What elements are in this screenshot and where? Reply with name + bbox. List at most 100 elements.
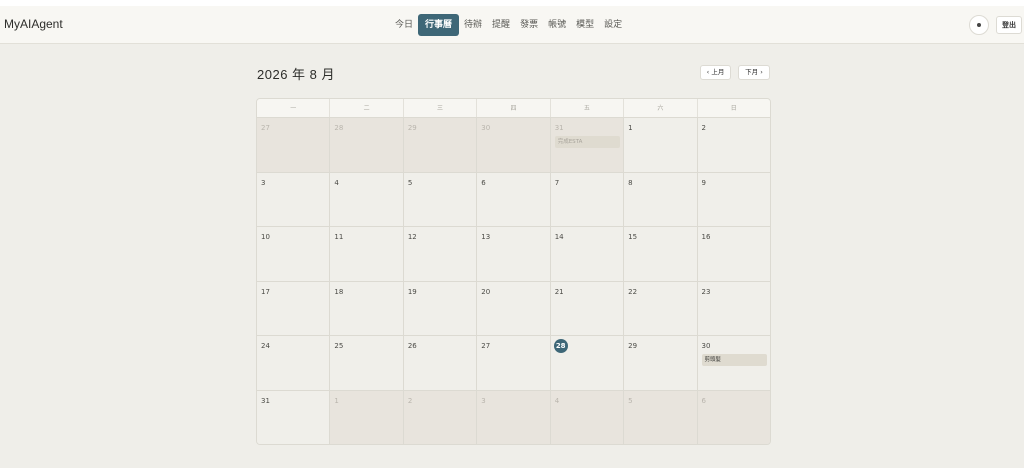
calendar-event[interactable]: 完成ESTA	[554, 136, 621, 148]
app-brand[interactable]: MyAIAgent	[4, 17, 63, 31]
day-number: 27	[481, 342, 491, 350]
nav-item[interactable]: 行事曆	[418, 14, 460, 36]
day-cell[interactable]: 11	[330, 227, 404, 281]
day-number: 1	[334, 396, 339, 405]
day-number: 31	[261, 396, 270, 405]
day-cell[interactable]: 4	[550, 390, 625, 444]
day-cell[interactable]: 3	[257, 172, 331, 226]
weekday-label: 二	[330, 99, 404, 117]
day-number: 3	[481, 396, 486, 405]
day-cell[interactable]: 2	[697, 118, 770, 172]
day-number: 13	[481, 233, 491, 241]
week-row: 27 28 29 30 31 完成ESTA 1 2	[257, 118, 770, 173]
day-cell[interactable]: 31	[257, 390, 331, 444]
day-cell[interactable]: 31 完成ESTA	[550, 118, 625, 172]
week-row: 31 1 2 3 4 5 6	[257, 390, 770, 444]
day-cell[interactable]: 9	[697, 172, 770, 226]
day-cell[interactable]: 12	[403, 227, 478, 281]
day-cell[interactable]: 17	[257, 281, 331, 335]
day-number: 23	[701, 287, 711, 296]
day-cell[interactable]: 26	[403, 336, 478, 390]
day-number: 21	[554, 287, 564, 296]
day-cell[interactable]: 8	[624, 172, 698, 226]
day-cell[interactable]: 6	[477, 172, 551, 226]
day-cell[interactable]: 25	[330, 336, 404, 390]
calendar-event[interactable]: 剪頭髮	[701, 354, 767, 366]
day-cell[interactable]: 19	[403, 281, 478, 335]
day-cell-today[interactable]: 28	[550, 336, 625, 390]
nav-item[interactable]: 今日	[390, 14, 418, 36]
day-cell[interactable]: 6	[697, 390, 770, 444]
day-number: 2	[407, 396, 413, 405]
nav-item[interactable]: 提醒	[487, 14, 515, 36]
day-number: 6	[701, 396, 706, 405]
nav-item[interactable]: 設定	[599, 14, 627, 36]
user-dot-icon	[977, 23, 981, 27]
day-cell[interactable]: 1	[624, 118, 698, 172]
day-cell[interactable]: 22	[624, 281, 698, 335]
day-number: 22	[628, 287, 638, 296]
week-row: 17 18 19 20 21 22 23	[257, 281, 770, 336]
day-cell[interactable]: 16	[697, 227, 770, 281]
logout-button[interactable]: 登出	[996, 16, 1022, 34]
user-avatar-button[interactable]	[969, 15, 989, 35]
day-number: 8	[628, 178, 633, 187]
day-cell[interactable]: 15	[624, 227, 698, 281]
day-number: 6	[481, 178, 486, 187]
day-cell[interactable]: 1	[330, 390, 404, 444]
day-cell[interactable]: 20	[477, 281, 551, 335]
day-cell[interactable]: 27	[477, 336, 551, 390]
day-cell[interactable]: 5	[403, 172, 478, 226]
weekday-label: 日	[730, 105, 737, 112]
nav-item[interactable]: 模型	[571, 14, 599, 36]
day-cell[interactable]: 7	[550, 172, 625, 226]
day-cell[interactable]: 29	[403, 118, 478, 172]
day-cell[interactable]: 4	[330, 172, 404, 226]
navbar: MyAIAgent 今日 行事曆 待辦 提醒 發票 帳號 模型 設定 登出	[0, 6, 1024, 44]
day-cell[interactable]: 28	[330, 118, 404, 172]
day-cell[interactable]: 18	[330, 281, 404, 335]
weekday-label: 五	[551, 99, 625, 117]
weekday-label: 一	[257, 99, 331, 117]
nav-item[interactable]: 帳號	[543, 14, 571, 36]
nav-item[interactable]: 待辦	[459, 14, 487, 36]
day-cell[interactable]: 21	[550, 281, 625, 335]
day-cell[interactable]: 24	[257, 336, 331, 390]
day-number: 25	[334, 342, 344, 350]
week-row: 24 25 26 27 28 29 30 剪頭髮	[257, 336, 770, 391]
day-number: 30	[701, 342, 711, 350]
day-cell[interactable]: 14	[550, 227, 625, 281]
day-cell[interactable]: 3	[477, 390, 551, 444]
weekday-label: 三	[404, 99, 478, 117]
day-number: 12	[407, 233, 417, 241]
day-number: 30	[481, 124, 491, 132]
day-number: 18	[334, 287, 344, 296]
day-number: 9	[701, 178, 706, 187]
day-number: 28	[553, 339, 568, 353]
day-number: 28	[334, 124, 344, 132]
day-cell[interactable]: 29	[624, 336, 698, 390]
day-cell[interactable]: 27	[257, 118, 331, 172]
main-nav: 今日 行事曆 待辦 提醒 發票 帳號 模型 設定	[390, 14, 627, 36]
day-number: 7	[554, 178, 560, 187]
day-number: 1	[628, 124, 633, 132]
day-number: 29	[407, 124, 417, 132]
day-number: 24	[261, 342, 270, 350]
day-cell[interactable]: 30 剪頭髮	[697, 336, 770, 390]
prev-month-button[interactable]: ‹ 上月	[700, 65, 731, 80]
day-cell[interactable]: 5	[624, 390, 698, 444]
nav-item[interactable]: 發票	[515, 14, 543, 36]
day-cell[interactable]: 2	[403, 390, 478, 444]
day-cell[interactable]: 13	[477, 227, 551, 281]
day-number: 26	[407, 342, 417, 350]
day-cell[interactable]: 10	[257, 227, 331, 281]
weekday-header: 一二三四五六 日	[257, 99, 770, 118]
day-number: 5	[628, 396, 633, 405]
calendar-grid: 27 28 29 30 31 完成ESTA 1 2 3 4 5 6 7 8 9 10 11 12 13 14 15 16 1…	[257, 118, 770, 444]
day-cell[interactable]: 23	[697, 281, 770, 335]
day-cell[interactable]: 30	[477, 118, 551, 172]
next-month-button[interactable]: 下月 ›	[738, 65, 770, 80]
day-number: 20	[481, 287, 491, 296]
day-number: 5	[407, 178, 413, 187]
month-calendar: 一二三四五六日 27 28 29 30 31 完成ESTA 1 2 3 4 5 6 7 8 9 10 11 12 1…	[256, 98, 771, 445]
